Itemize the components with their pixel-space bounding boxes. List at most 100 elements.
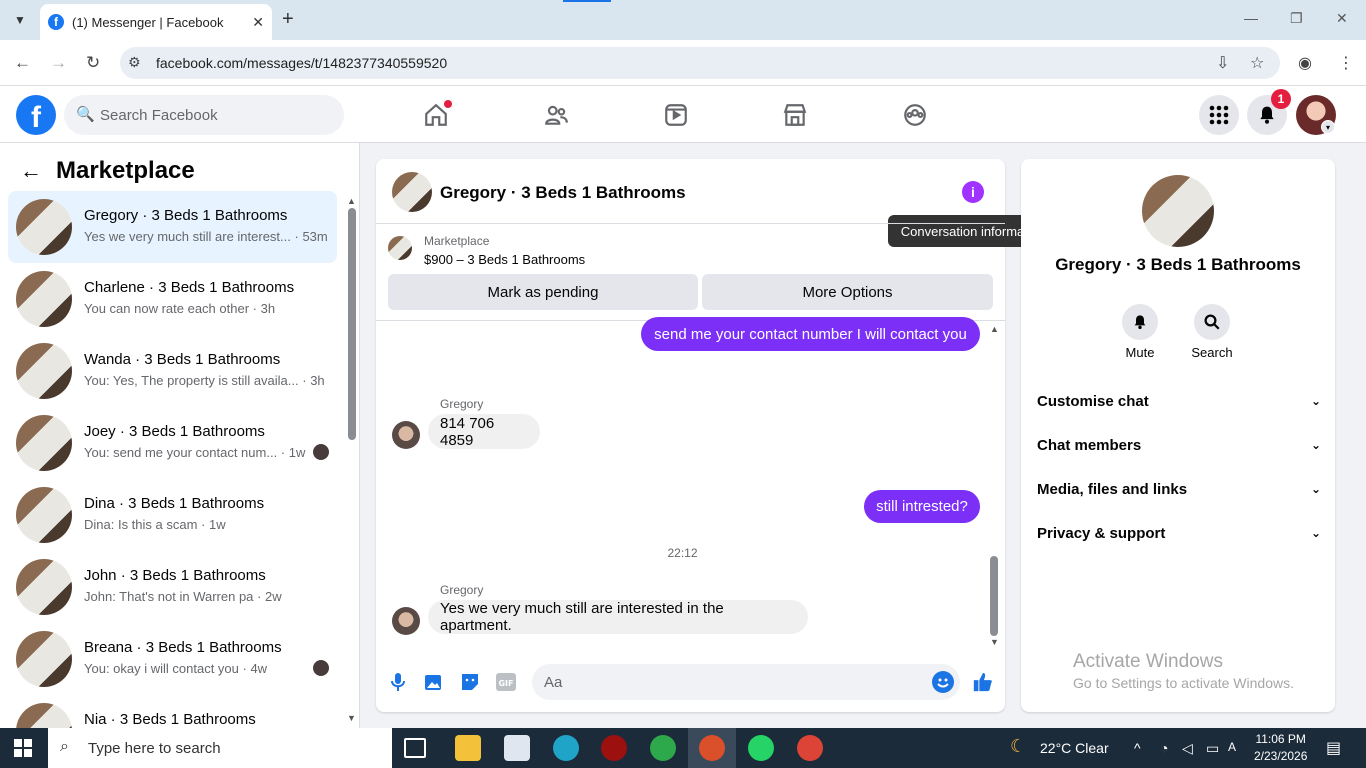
marketplace-icon[interactable] (780, 100, 810, 130)
sender-avatar[interactable] (392, 421, 420, 449)
info-icon[interactable]: i (962, 181, 984, 203)
privacy-support-section[interactable]: Privacy & support ⌄ (1037, 521, 1321, 545)
tab-close-icon[interactable]: ✕ (252, 14, 264, 31)
search-label: Search (1191, 345, 1233, 360)
back-arrow-icon[interactable]: ← (14, 53, 31, 73)
back-arrow-icon[interactable]: ← (20, 158, 42, 184)
photo-icon[interactable] (423, 671, 445, 693)
maximize-icon[interactable]: ❐ (1290, 10, 1303, 27)
chat-scroll-down-icon[interactable]: ▼ (990, 637, 999, 647)
facebook-logo-icon[interactable]: f (16, 95, 56, 135)
app-icon[interactable] (601, 735, 627, 761)
network-icon[interactable]: ◔ (1160, 740, 1168, 756)
info-listing-avatar[interactable] (1142, 175, 1214, 247)
groups-icon[interactable] (900, 100, 930, 130)
search-icon: ⌕ (60, 738, 69, 755)
conversation-item[interactable]: Dina · 3 Beds 1 Bathrooms Dina: Is this … (8, 479, 337, 551)
chat-title[interactable]: Gregory · 3 Beds 1 Bathrooms (440, 183, 686, 203)
home-notification-dot (444, 100, 452, 108)
battery-icon[interactable]: ▭ (1206, 740, 1219, 757)
whatsapp-icon[interactable] (748, 735, 774, 761)
outgoing-message[interactable]: still intrested? (864, 490, 980, 523)
chrome-icon[interactable] (650, 735, 676, 761)
new-tab-plus-icon[interactable]: + (282, 8, 294, 31)
conversation-item[interactable]: Wanda · 3 Beds 1 Bathrooms You: Yes, The… (8, 335, 337, 407)
sender-avatar[interactable] (392, 607, 420, 635)
chat-listing-avatar[interactable] (392, 172, 432, 212)
tray-chevron-up-icon[interactable]: ^ (1134, 740, 1141, 756)
conversation-item[interactable]: John · 3 Beds 1 Bathrooms John: That's n… (8, 551, 337, 623)
chat-scrollbar[interactable] (990, 556, 998, 636)
conversation-preview: You: okay i will contact you · 4w (84, 661, 268, 676)
customise-chat-section[interactable]: Customise chat ⌄ (1037, 389, 1321, 413)
tab-search-chevron-icon[interactable]: ▼ (8, 8, 32, 32)
more-options-button[interactable]: More Options (702, 274, 993, 310)
site-settings-icon[interactable]: ⚙ (128, 54, 141, 71)
system-clock[interactable]: 11:06 PM 2/23/2026 (1254, 731, 1307, 765)
listing-thumbnail (16, 487, 72, 543)
emoji-icon[interactable] (932, 671, 954, 693)
message-input[interactable]: Aa (532, 664, 960, 700)
outgoing-message[interactable]: send me your contact number I will conta… (641, 317, 980, 351)
chat-members-section[interactable]: Chat members ⌄ (1037, 433, 1321, 457)
watch-video-icon[interactable] (661, 100, 691, 130)
url-field[interactable]: facebook.com/messages/t/1482377340559520 (120, 47, 1280, 79)
facebook-search-input[interactable]: Search Facebook (64, 95, 344, 135)
like-thumb-icon[interactable] (972, 671, 994, 693)
minimize-icon[interactable]: — (1244, 10, 1258, 26)
weather-moon-icon[interactable]: ☾ (1010, 736, 1026, 757)
clock-time: 11:06 PM (1255, 732, 1306, 746)
search-placeholder: Search Facebook (100, 106, 218, 124)
conversation-item[interactable]: Joey · 3 Beds 1 Bathrooms You: send me y… (8, 407, 337, 479)
window-close-icon[interactable]: ✕ (1336, 10, 1348, 27)
task-view-icon[interactable] (404, 738, 426, 758)
bookmark-star-icon[interactable]: ☆ (1250, 53, 1264, 73)
scroll-up-arrow-icon[interactable]: ▲ (347, 196, 356, 206)
chrome-profile-icon[interactable] (797, 735, 823, 761)
clock-date: 2/23/2026 (1254, 749, 1308, 763)
mark-as-pending-button[interactable]: Mark as pending (388, 274, 698, 310)
listing-price[interactable]: $900 – 3 Beds 1 Bathrooms (424, 252, 585, 267)
media-files-links-section[interactable]: Media, files and links ⌄ (1037, 477, 1321, 501)
conversation-item[interactable]: Breana · 3 Beds 1 Bathrooms You: okay i … (8, 623, 337, 695)
incoming-message[interactable]: Yes we very much still are interested in… (428, 600, 808, 634)
conversation-item[interactable]: Charlene · 3 Beds 1 Bathrooms You can no… (8, 263, 337, 335)
conversation-item[interactable]: Nia · 3 Beds 1 Bathrooms (8, 695, 337, 728)
profile-icon[interactable]: ◉ (1298, 53, 1312, 73)
conversation-item[interactable]: Gregory · 3 Beds 1 Bathrooms Yes we very… (8, 191, 337, 263)
app-icon[interactable] (699, 735, 725, 761)
tab-title: (1) Messenger | Facebook (72, 14, 224, 30)
sticker-icon[interactable] (459, 671, 481, 693)
conversation-list-scrollbar[interactable] (348, 208, 356, 440)
microsoft-store-icon[interactable] (504, 735, 530, 761)
input-language-icon[interactable]: A (1228, 740, 1236, 754)
browser-menu-icon[interactable]: ⋮ (1338, 53, 1354, 73)
taskbar-search-placeholder: Type here to search (88, 739, 221, 757)
weather-text[interactable]: 22°C Clear (1040, 740, 1109, 756)
browser-tab[interactable]: f (1) Messenger | Facebook ✕ (40, 4, 272, 40)
volume-icon[interactable]: ◁ (1182, 740, 1193, 757)
seen-avatar (313, 444, 329, 460)
listing-thumbnail[interactable] (388, 236, 412, 260)
menu-grid-icon[interactable] (1199, 95, 1239, 135)
taskbar-search-input[interactable]: Type here to search (48, 728, 392, 768)
microphone-icon[interactable] (387, 671, 409, 693)
edge-browser-icon[interactable] (553, 735, 579, 761)
scroll-down-arrow-icon[interactable]: ▼ (347, 713, 356, 723)
notification-center-icon[interactable]: ▤ (1326, 738, 1341, 758)
account-chevron-icon[interactable]: ▾ (1321, 120, 1335, 134)
windows-start-icon[interactable] (14, 739, 32, 757)
mute-bell-icon[interactable] (1122, 304, 1158, 340)
incoming-message[interactable]: 814 706 4859 (428, 414, 540, 449)
gif-icon[interactable]: GIF (495, 671, 517, 693)
install-app-icon[interactable]: ⇩ (1216, 53, 1229, 73)
reload-icon[interactable]: ↻ (86, 53, 100, 73)
friends-icon[interactable] (541, 100, 571, 130)
listing-label: Marketplace (424, 234, 490, 248)
message-timestamp: 22:12 (667, 546, 698, 560)
conversation-name: Wanda · 3 Beds 1 Bathrooms (84, 351, 281, 368)
search-conversation-icon[interactable] (1194, 304, 1230, 340)
chat-scroll-up-icon[interactable]: ▲ (990, 324, 999, 334)
forward-arrow-icon[interactable]: → (50, 53, 67, 73)
file-explorer-icon[interactable] (455, 735, 481, 761)
